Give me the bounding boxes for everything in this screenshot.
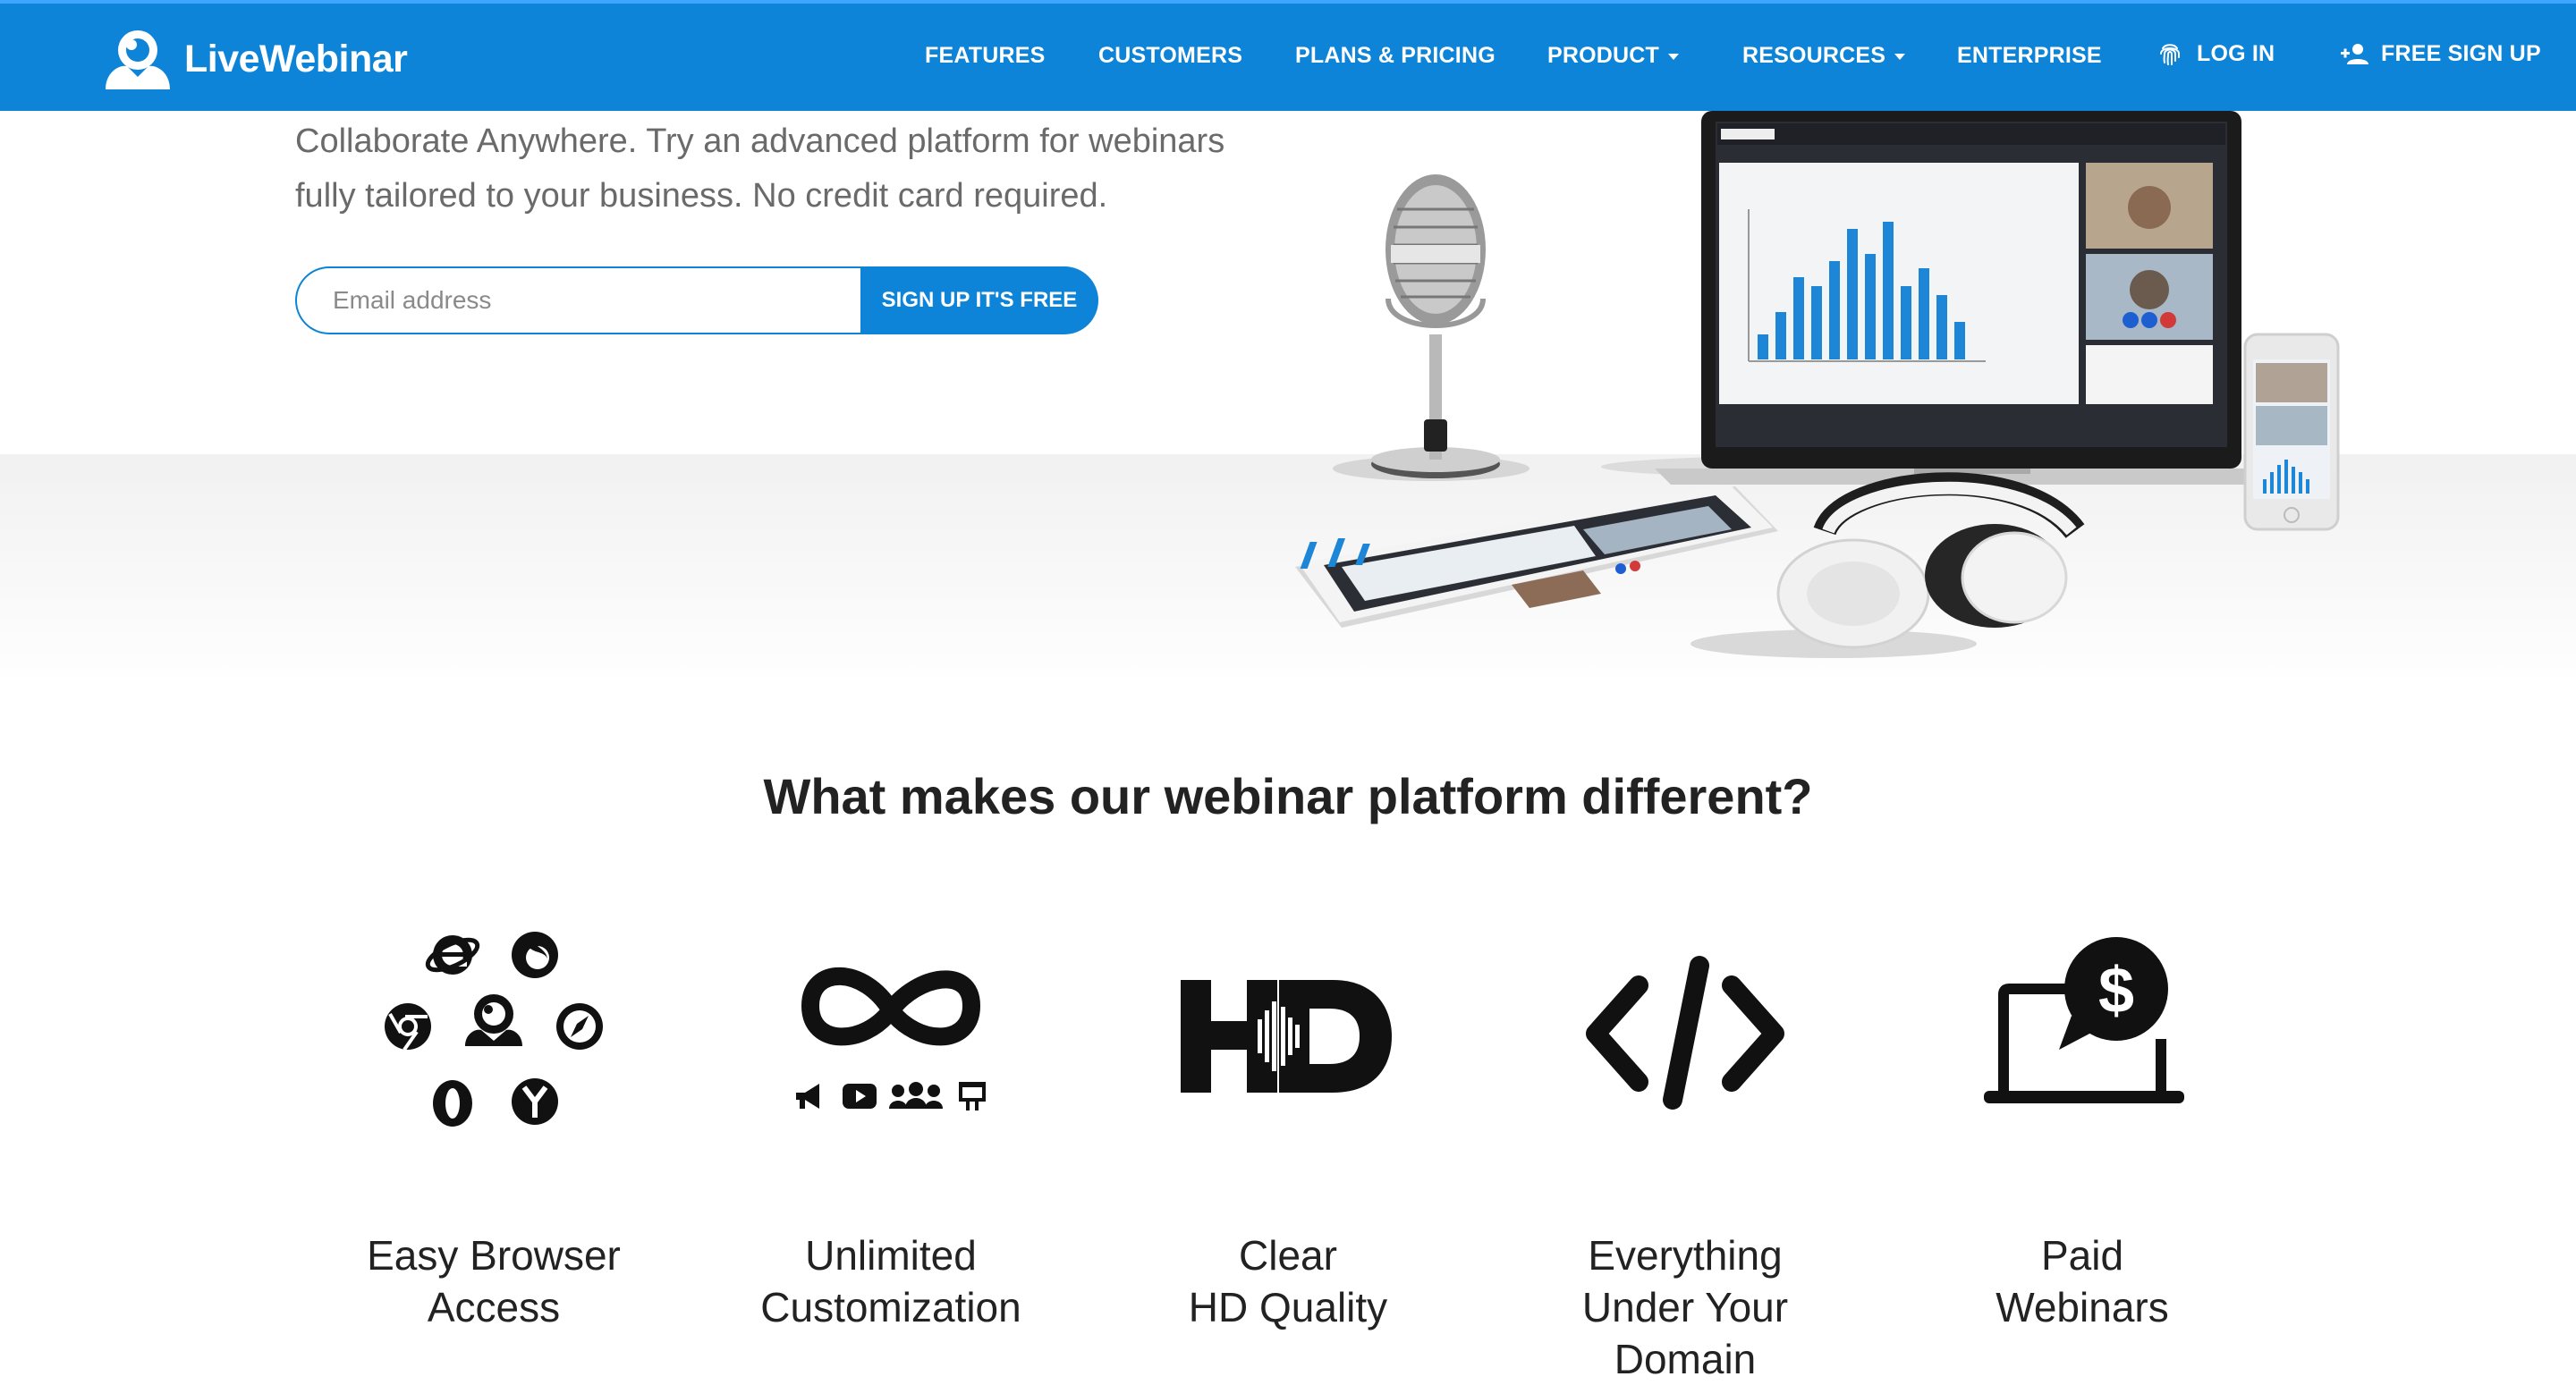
feature-label: Easy Browser Access [333, 1229, 655, 1333]
feature-everything-under-your-domain: Everything Under Your Domain [1524, 930, 1846, 1385]
feature-easy-browser-access: Easy Browser Access [333, 930, 655, 1333]
nav-product-label: PRODUCT [1547, 43, 1660, 68]
feature-label: Paid Webinars [1921, 1229, 2243, 1333]
headphones-image [1776, 472, 2085, 649]
feature-label-line: Clear [1239, 1232, 1337, 1279]
feature-label-line: Access [427, 1284, 561, 1330]
nav-plans-pricing[interactable]: PLANS & PRICING [1295, 43, 1496, 69]
nav-login-label: LOG IN [2197, 40, 2275, 66]
top-navbar: LiveWebinar FEATURES CUSTOMERS PLANS & P… [0, 0, 2576, 111]
signup-free-button[interactable]: SIGN UP IT'S FREE [860, 266, 1098, 334]
feature-label: Unlimited Customization [730, 1229, 1052, 1333]
nav-features[interactable]: FEATURES [925, 43, 1045, 69]
feature-clear-hd-quality: Clear HD Quality [1127, 930, 1449, 1333]
infinity-icon [796, 967, 986, 1111]
feature-label: Clear HD Quality [1127, 1229, 1449, 1333]
caret-down-icon [1668, 54, 1680, 60]
hero-description: Collaborate Anywhere. Try an advanced pl… [295, 114, 1279, 224]
feature-label-line: Domain [1614, 1336, 1757, 1382]
hero-description-line2: fully tailored to your business. No cred… [295, 177, 1108, 215]
nav-free-signup-label: FREE SIGN UP [2381, 40, 2541, 66]
feature-label-line: Easy Browser [367, 1232, 621, 1279]
nav-customers[interactable]: CUSTOMERS [1098, 43, 1242, 69]
logo[interactable]: LiveWebinar [102, 27, 408, 91]
brand-name: LiveWebinar [184, 37, 408, 80]
fingerprint-icon [2160, 44, 2180, 65]
hd-icon [1181, 980, 1392, 1093]
feature-label-line: Customization [760, 1284, 1021, 1330]
feature-label-line: Unlimited [805, 1232, 977, 1279]
laptop-image [1655, 111, 2288, 485]
tablet-image [1295, 485, 1778, 628]
nav-login[interactable]: LOG IN [2156, 39, 2275, 68]
svg-text:$: $ [2098, 955, 2134, 1026]
nav-product[interactable]: PRODUCT [1547, 43, 1680, 69]
features-title: What makes our webinar platform differen… [763, 768, 1813, 824]
feature-label-line: Paid [2040, 1232, 2124, 1279]
feature-label-line: Under Your [1581, 1284, 1789, 1330]
microphone-image [1371, 174, 1500, 478]
feature-label-line: Webinars [1996, 1284, 2169, 1330]
add-user-icon [2341, 44, 2368, 64]
signup-form: SIGN UP IT'S FREE [295, 266, 1098, 334]
devices-illustration [1295, 111, 2340, 658]
nav-resources[interactable]: RESOURCES [1742, 43, 1906, 69]
logo-icon [106, 30, 170, 89]
browsers-icon [385, 932, 603, 1127]
phone-image [2243, 333, 2340, 531]
feature-paid-webinars: $ Paid Webinars [1921, 930, 2243, 1333]
nav-enterprise[interactable]: ENTERPRISE [1957, 43, 2102, 69]
email-input[interactable] [295, 266, 860, 334]
feature-label-line: HD Quality [1188, 1284, 1388, 1330]
hero-description-line1: Collaborate Anywhere. Try an advanced pl… [295, 122, 1225, 160]
nav-free-signup[interactable]: FREE SIGN UP [2340, 39, 2541, 68]
code-icon [1586, 956, 1784, 1110]
caret-down-icon [1894, 54, 1906, 60]
nav-resources-label: RESOURCES [1742, 43, 1886, 68]
feature-label-line: Everything [1588, 1232, 1783, 1279]
feature-label: Everything Under Your Domain [1524, 1229, 1846, 1385]
paid-laptop-icon: $ [1984, 937, 2184, 1103]
feature-unlimited-customization: Unlimited Customization [730, 930, 1052, 1333]
